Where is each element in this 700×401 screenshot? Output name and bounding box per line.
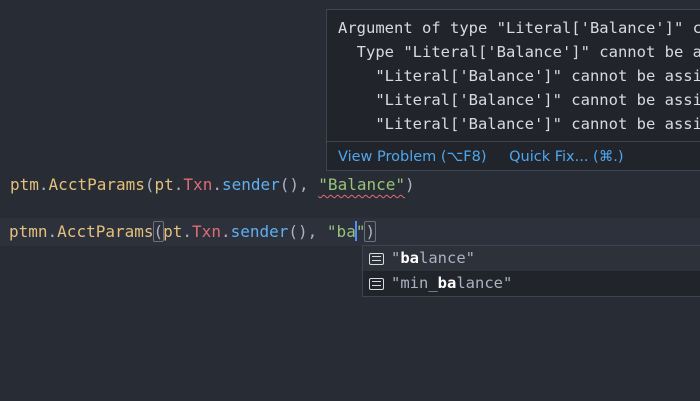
hover-message-line: "Literal['Balance']" cannot be assigned … [375, 91, 700, 109]
identifier-ptm: ptm [10, 175, 39, 194]
method-sender: sender [230, 222, 289, 241]
module-pt: pt [163, 222, 183, 241]
hover-message: Argument of type "Literal['Balance']" ca… [327, 10, 700, 136]
suggestion-match: ba [400, 249, 420, 267]
hover-message-line: "Literal['Balance']" cannot be assigned … [375, 67, 700, 85]
dot: . [47, 222, 58, 241]
quick-fix-link[interactable]: Quick Fix... (⌘.) [509, 149, 623, 165]
close-paren-matched: ) [364, 221, 377, 242]
code-line-1[interactable]: ptm.AcctParams(pt.Txn.sender(), "Balance… [0, 171, 700, 199]
hover-widget: Argument of type "Literal['Balance']" ca… [326, 9, 700, 171]
hover-message-line: Argument of type "Literal['Balance']" ca… [338, 19, 700, 37]
method-sender: sender [221, 175, 280, 194]
dot: . [173, 175, 184, 194]
view-problem-link[interactable]: View Problem (⌥F8) [338, 149, 487, 165]
suggestion-item-balance[interactable]: " ba lance" [363, 246, 700, 271]
type-txn: Txn [183, 175, 213, 194]
suggest-widget: " ba lance" "min_ ba lance" [362, 245, 700, 297]
suggestion-prefix: "min_ [391, 274, 438, 292]
hover-message-line: Type "Literal['Balance']" cannot be assi… [356, 43, 700, 61]
string-in-progress: "ba [326, 222, 356, 241]
suggestion-suffix: lance" [419, 249, 476, 267]
call-args: (), [288, 222, 327, 241]
text-snippet-icon [369, 277, 384, 290]
code-line-2-active[interactable]: ptmn.AcctParams(pt.Txn.sender(), "ba") [0, 218, 700, 246]
text-snippet-icon [369, 252, 384, 265]
open-paren: ( [144, 175, 155, 194]
hover-message-line: "Literal['Balance']" cannot be assigned … [375, 115, 700, 133]
dot: . [38, 175, 49, 194]
identifier-ptmn: ptmn [9, 222, 48, 241]
suggestion-item-min-balance[interactable]: "min_ ba lance" [363, 271, 700, 296]
open-paren-matched: ( [152, 221, 165, 242]
call-args: (), [279, 175, 319, 194]
suggestion-prefix: " [391, 249, 401, 267]
module-pt: pt [154, 175, 174, 194]
dot: . [220, 222, 231, 241]
hover-actions: View Problem (⌥F8) Quick Fix... (⌘.) [327, 141, 700, 170]
suggestion-suffix: lance" [456, 274, 513, 292]
error-string-literal[interactable]: "Balance" [318, 175, 405, 194]
dot: . [182, 222, 193, 241]
call-acctparams: AcctParams [48, 175, 145, 194]
suggestion-match: ba [437, 274, 457, 292]
close-paren: ) [405, 175, 415, 194]
dot: . [212, 175, 222, 194]
call-acctparams: AcctParams [57, 222, 154, 241]
type-txn: Txn [192, 222, 221, 241]
